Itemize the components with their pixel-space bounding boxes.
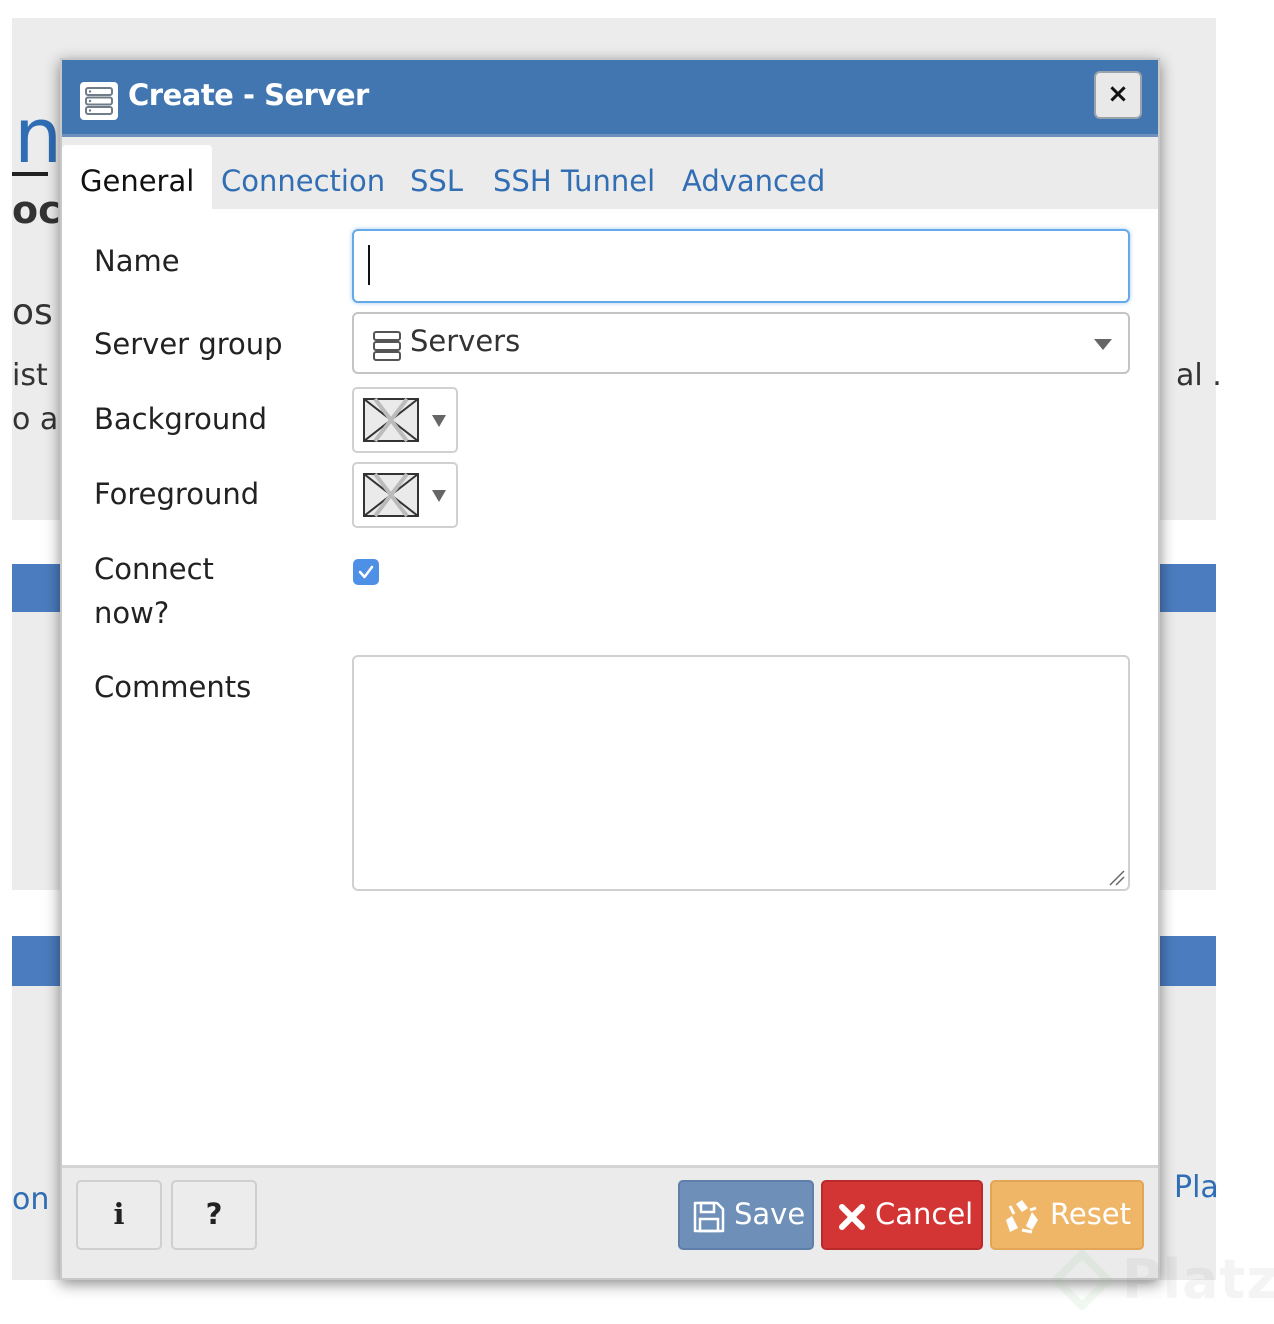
dialog-titlebar[interactable]: Create - Server × xyxy=(62,60,1158,137)
name-input[interactable] xyxy=(352,229,1130,303)
no-color-swatch-icon xyxy=(363,473,419,517)
background-text: ist xyxy=(12,358,48,393)
connect-now-checkbox[interactable] xyxy=(353,559,379,585)
name-label: Name xyxy=(94,244,180,278)
no-color-swatch-icon xyxy=(363,398,419,442)
tab-ssh-tunnel[interactable]: SSH Tunnel xyxy=(493,145,655,209)
comments-label: Comments xyxy=(94,670,252,704)
general-tab-panel: Name Server group Servers Background For… xyxy=(62,209,1158,1168)
foreground-label: Foreground xyxy=(94,477,260,511)
chevron-down-icon xyxy=(432,490,446,502)
dialog-footer: i ? Save Cancel Reset xyxy=(62,1165,1158,1278)
info-icon: i xyxy=(113,1197,125,1231)
cancel-label: Cancel xyxy=(875,1197,974,1231)
save-button[interactable]: Save xyxy=(678,1180,814,1250)
tab-connection[interactable]: Connection xyxy=(221,145,385,209)
help-button[interactable]: ? xyxy=(171,1180,257,1250)
background-text: al . xyxy=(1176,358,1222,393)
background-color-picker[interactable] xyxy=(352,387,458,453)
background-text: n xyxy=(14,91,63,180)
recycle-icon xyxy=(1006,1200,1038,1234)
reset-label: Reset xyxy=(1050,1197,1132,1231)
close-button[interactable]: × xyxy=(1094,71,1142,119)
chevron-down-icon xyxy=(432,415,446,427)
background-text: Pla xyxy=(1174,1170,1219,1205)
reset-button[interactable]: Reset xyxy=(990,1180,1144,1250)
close-icon: × xyxy=(1107,79,1129,109)
background-text: oc xyxy=(12,188,61,232)
server-group-icon xyxy=(373,331,401,361)
connect-now-label: now? xyxy=(94,596,170,630)
info-button[interactable]: i xyxy=(76,1180,162,1250)
tab-general[interactable]: General xyxy=(62,145,213,209)
comments-textarea[interactable] xyxy=(352,655,1130,891)
x-icon xyxy=(839,1204,865,1230)
background-text: on xyxy=(12,1182,50,1217)
connect-now-label: Connect xyxy=(94,552,214,586)
save-label: Save xyxy=(734,1197,806,1231)
dialog-title: Create - Server xyxy=(128,78,369,112)
background-text: os xyxy=(12,292,53,333)
background-label: Background xyxy=(94,402,268,436)
chevron-down-icon xyxy=(1094,339,1112,350)
foreground-color-picker[interactable] xyxy=(352,462,458,528)
background-text: o a xyxy=(12,402,59,437)
background-rule xyxy=(12,172,48,176)
create-server-dialog: Create - Server × General Connection SSL… xyxy=(60,58,1160,1280)
tab-advanced[interactable]: Advanced xyxy=(682,145,825,209)
server-group-value: Servers xyxy=(410,324,521,358)
cancel-button[interactable]: Cancel xyxy=(821,1180,983,1250)
server-group-label: Server group xyxy=(94,327,283,361)
floppy-disk-icon xyxy=(693,1201,725,1233)
platzi-watermark: Platzi xyxy=(1122,1248,1274,1311)
tab-ssl[interactable]: SSL xyxy=(410,145,463,209)
help-icon: ? xyxy=(205,1197,223,1231)
tab-bar: General Connection SSL SSH Tunnel Advanc… xyxy=(62,137,1158,209)
server-group-select[interactable]: Servers xyxy=(352,312,1130,374)
checkmark-icon xyxy=(358,565,374,579)
server-icon xyxy=(80,82,118,120)
text-cursor xyxy=(368,245,370,285)
platzi-logo-icon xyxy=(1052,1250,1112,1310)
resize-grip-icon[interactable] xyxy=(1106,867,1126,887)
